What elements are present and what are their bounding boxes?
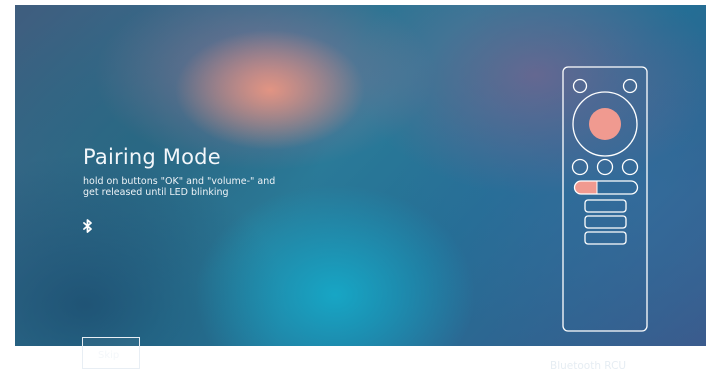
remote-volume-down-button	[574, 181, 597, 194]
remote-bar-button	[584, 199, 627, 213]
remote-back-button	[571, 158, 589, 176]
remote-bar-button	[584, 215, 627, 229]
bluetooth-icon	[83, 219, 92, 233]
device-caption: Bluetooth RCU	[550, 360, 627, 372]
remote-control-icon	[562, 66, 648, 332]
remote-body	[562, 66, 648, 332]
remote-bar-button	[584, 231, 627, 245]
page-title: Pairing Mode	[83, 145, 221, 169]
remote-settings-button	[622, 78, 638, 94]
remote-power-button	[572, 78, 588, 94]
remote-menu-button	[621, 158, 639, 176]
remote-home-button	[596, 158, 614, 176]
skip-button[interactable]: Skip	[82, 337, 140, 369]
remote-ok-button	[589, 108, 621, 140]
pairing-instruction: hold on buttons "OK" and "volume-" and g…	[83, 176, 276, 198]
